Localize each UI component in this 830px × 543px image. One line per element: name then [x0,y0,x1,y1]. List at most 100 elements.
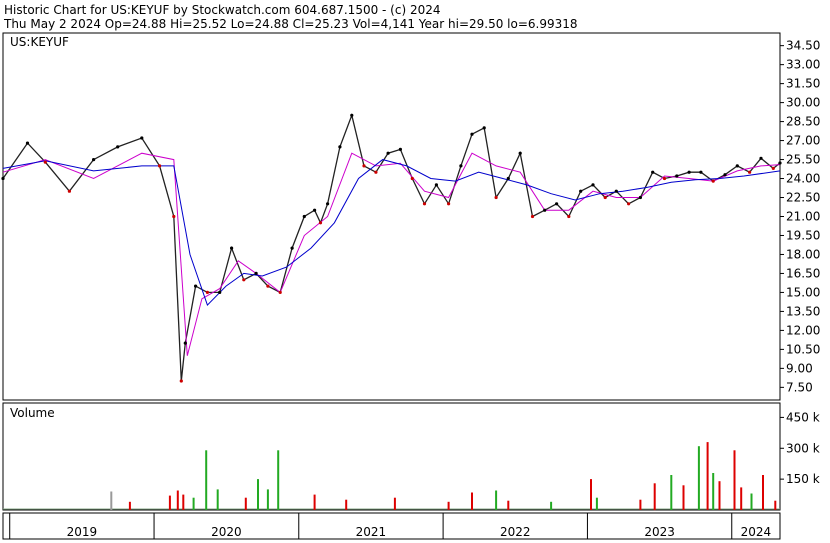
volume-bar [762,475,764,510]
volume-bar [740,487,743,510]
price-y-tick-label: 25.50 [786,153,820,167]
x-tick-label: 2023 [644,525,675,539]
price-point [506,176,510,181]
price-point [302,214,306,219]
volume-bar [653,483,656,511]
price-point [459,164,463,168]
price-y-tick-label: 30.00 [786,96,820,110]
price-y-tick-label: 33.00 [786,58,820,72]
volume-bar [128,501,131,510]
price-point [172,214,176,219]
volume-bar [718,481,721,510]
volume-y-tick-label: 300 k [786,441,820,455]
price-point [638,195,643,200]
stock-chart: Historic Chart for US:KEYUF by Stockwatc… [0,0,830,543]
price-point [771,166,775,170]
volume-bar [216,489,219,510]
price-y-tick-label: 31.50 [786,77,820,91]
volume-bar [266,489,269,510]
volume-bar [774,500,777,510]
volume-bar [706,442,709,510]
price-y-tick-label: 9.00 [786,361,813,375]
price-point [591,183,595,187]
price-point [386,151,390,155]
price-point [374,170,378,174]
price-point [482,126,486,130]
price-point [711,179,715,183]
volume-panel-title: Volume [10,406,55,420]
price-point [350,113,354,117]
price-point [651,170,655,174]
price-point [43,160,47,164]
volume-bar [670,475,673,510]
price-y-tick-label: 19.50 [786,228,820,242]
x-tick-label: 2020 [211,525,242,539]
header-line-2: Thu May 2 2024 Op=24.88 Hi=25.52 Lo=24.8… [3,17,578,31]
x-tick-label: 2024 [741,525,772,539]
price-y-tick-label: 10.50 [786,342,820,356]
volume-bar [682,485,685,510]
price-point [748,170,752,174]
price-point [422,202,427,206]
price-y-tick-label: 16.50 [786,266,820,280]
price-point [603,195,607,200]
price-point [1,176,5,181]
price-point [67,189,71,193]
price-point [398,147,402,151]
volume-bar [697,446,700,510]
volume-y-tick-label: 450 k [786,410,820,424]
volume-bar [182,494,185,510]
price-point [179,379,183,383]
volume-bar [495,490,498,510]
volume-bar [110,491,113,510]
price-point [25,141,30,145]
price-point [318,221,323,225]
volume-bar [507,500,510,510]
price-point [470,132,474,136]
price-y-tick-label: 21.00 [786,210,820,224]
price-point [194,284,198,288]
volume-bar [750,493,753,510]
volume-bar [639,499,642,510]
volume-bar [192,497,195,510]
price-y-tick-label: 15.00 [786,285,820,299]
price-point [230,246,234,250]
volume-bar [257,479,259,510]
volume-bar [550,501,553,510]
price-point [627,202,631,206]
price-point [116,145,120,149]
volume-bar [712,473,715,510]
price-point [278,290,282,294]
price-point [778,161,782,165]
price-point [735,164,739,168]
price-point [266,284,270,288]
volume-bar [168,495,171,510]
price-point [699,170,703,174]
price-point [447,202,451,206]
volume-bar [393,497,396,510]
price-y-tick-label: 34.50 [786,39,820,53]
price-point [567,214,571,219]
price-point [242,278,246,282]
price-point [518,151,522,155]
price-point [410,176,414,181]
volume-bar [205,450,208,510]
price-point [662,176,667,181]
price-point [530,214,535,219]
price-point [362,164,366,168]
x-tick-label: 2022 [500,525,531,539]
price-y-tick-label: 28.50 [786,115,820,129]
price-point [218,290,222,294]
volume-bar [590,479,592,510]
price-point [543,208,547,212]
volume-bar [176,490,179,510]
price-y-tick-label: 12.00 [786,323,820,337]
chart-background [0,0,830,543]
price-point [140,136,144,140]
price-point [338,145,342,149]
volume-bar [277,450,280,510]
price-point [92,158,96,162]
price-point [759,156,763,160]
price-point [687,170,691,174]
price-point [313,208,317,212]
